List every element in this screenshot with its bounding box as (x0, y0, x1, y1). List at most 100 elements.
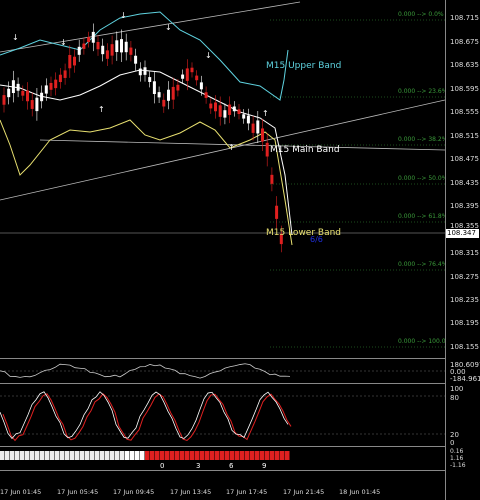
candle-body (115, 40, 119, 52)
candle-body (256, 120, 260, 134)
price-axis-label: 108.515 (450, 132, 479, 140)
candle-body (246, 115, 250, 124)
candle-body (96, 42, 100, 50)
histogram-bar (245, 451, 250, 460)
fib-label-1000: 0.000 --> 100.0% (398, 338, 452, 345)
histogram-bar (80, 451, 85, 460)
histogram-bar (165, 451, 170, 460)
histogram-bar (175, 451, 180, 460)
histogram-bar (45, 451, 50, 460)
candle-body (270, 174, 274, 184)
counter-label: 18 (88, 462, 97, 470)
candle-body (26, 90, 29, 102)
time-label: 17 Jun 09:45 (113, 488, 155, 496)
histogram-bar (125, 451, 130, 460)
candle-body (242, 114, 246, 119)
candle-body (138, 68, 142, 76)
hist-axis-label: 0.16 (450, 448, 464, 455)
histogram-bar (270, 451, 275, 460)
histogram-chart-svg (0, 451, 290, 460)
price-axis-label: 108.435 (450, 179, 479, 187)
candle-body (223, 110, 227, 118)
histogram-bar (280, 451, 285, 460)
histogram-bar (130, 451, 135, 460)
candle-body (209, 103, 213, 109)
candle-body (101, 45, 105, 55)
candle-body (171, 86, 175, 100)
candle-body (49, 82, 53, 90)
candle-body (162, 99, 166, 107)
trend-line (0, 99, 445, 201)
candle-body (2, 95, 6, 105)
candle-body (176, 84, 180, 91)
fractal-arrow: ↓ (205, 51, 212, 60)
candle-body (148, 77, 152, 82)
histogram-bar (160, 451, 165, 460)
price-axis-label: 108.635 (450, 61, 479, 69)
main-chart-pane[interactable]: ↓ ↓ ↓ ↓ ↓ ↑ ↑ ↑ (0, 0, 445, 358)
candle-body (58, 74, 62, 83)
stoch-signal-line (2, 393, 292, 442)
histogram-bar (115, 451, 120, 460)
price-axis-label: 108.315 (450, 249, 479, 257)
price-axis-label: 108.195 (450, 319, 479, 327)
candle-body (228, 104, 232, 115)
candle-body (199, 82, 203, 90)
candle-body (124, 41, 128, 53)
stoch-main-line (0, 391, 289, 440)
cci-pane[interactable] (0, 359, 445, 383)
candle-body (232, 106, 236, 112)
histogram-pane[interactable] (0, 447, 445, 470)
candle-body (77, 46, 81, 55)
stoch-axis-label: 0 (450, 439, 455, 447)
price-axis-label: 108.275 (450, 273, 479, 281)
candle-body (35, 97, 39, 112)
histogram-bar (170, 451, 175, 460)
histogram-bar (155, 451, 160, 460)
fib-label-618: 0.000 --> 61.8% (398, 213, 448, 220)
stoch-axis-label: 80 (450, 394, 459, 402)
candle-body (218, 105, 222, 117)
candle-body (195, 75, 199, 81)
counter-label: 0 (160, 462, 165, 470)
counter-label: 12 (21, 462, 30, 470)
candle-body (152, 81, 156, 95)
histogram-bar (35, 451, 40, 460)
candle-body (21, 90, 25, 96)
fractal-arrow: ↑ (228, 143, 235, 152)
candle-body (265, 142, 269, 157)
stochastic-pane[interactable] (0, 384, 445, 446)
histogram-bar (220, 451, 225, 460)
stoch-axis-label: 100 (450, 385, 464, 393)
histogram-bar (30, 451, 35, 460)
candle-body (134, 55, 138, 64)
histogram-bar (135, 451, 140, 460)
candle-body (143, 67, 147, 75)
candle-body (68, 55, 72, 69)
histogram-bar (65, 451, 70, 460)
stoch-axis-label: 20 (450, 431, 459, 439)
counter-label: 15 (56, 462, 65, 470)
histogram-bar (200, 451, 205, 460)
fib-label-382: 0.000 --> 38.2% (398, 136, 448, 143)
trend-line (0, 1, 301, 53)
time-label: 17 Jun 05:45 (57, 488, 99, 496)
price-axis-label: 108.675 (450, 38, 479, 46)
hist-axis-label: 1.16 (450, 455, 464, 462)
histogram-bar (255, 451, 260, 460)
candle-body (30, 100, 34, 109)
candle-body (157, 92, 161, 98)
histogram-bar (100, 451, 105, 460)
candle-body (129, 47, 133, 55)
fractal-arrow: ↓ (120, 11, 127, 20)
fib-label-0: 0.000 --> 0.0% (398, 11, 444, 18)
candle-body (82, 43, 86, 49)
lower-band-label: M15 Lower Band (266, 228, 342, 238)
candle-body (185, 68, 189, 81)
histogram-bar (260, 451, 265, 460)
candle-body (120, 39, 123, 53)
price-axis-label: 108.395 (450, 202, 479, 210)
fib-label-236: 0.000 --> 23.6% (398, 88, 448, 95)
current-price-marker: 108.347 (446, 229, 479, 238)
lower-band-suffix: 6/6 (310, 235, 323, 244)
